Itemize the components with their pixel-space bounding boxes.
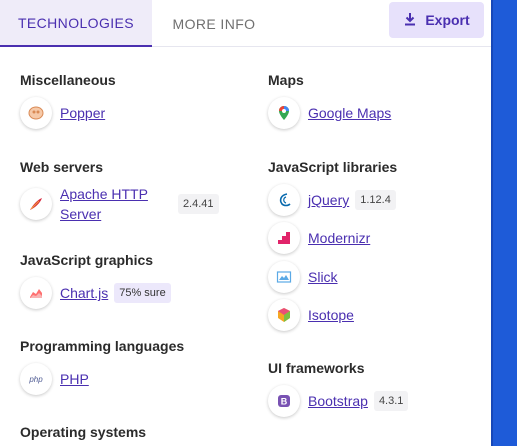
tech-name-line2[interactable]: Server xyxy=(60,204,148,224)
apache-feather-icon xyxy=(20,188,52,220)
tech-name[interactable]: Bootstrap xyxy=(308,391,368,411)
confidence-badge: 75% sure xyxy=(114,283,171,303)
php-icon: php xyxy=(20,363,52,395)
tech-name[interactable]: Popper xyxy=(60,103,105,123)
category-title-miscellaneous: Miscellaneous xyxy=(20,72,116,88)
tech-item-apache[interactable]: Apache HTTP Server 2.4.41 xyxy=(20,184,219,224)
tech-name[interactable]: Modernizr xyxy=(308,228,370,248)
tech-name[interactable]: PHP xyxy=(60,369,89,389)
tech-item-slick[interactable]: Slick xyxy=(268,261,338,293)
tech-name[interactable]: Slick xyxy=(308,267,338,287)
tech-item-bootstrap[interactable]: B Bootstrap 4.3.1 xyxy=(268,385,409,417)
tech-item-jquery[interactable]: jQuery 1.12.4 xyxy=(268,184,396,216)
bootstrap-icon: B xyxy=(268,385,300,417)
category-title-web-servers: Web servers xyxy=(20,159,104,175)
modernizr-icon xyxy=(268,222,300,254)
svg-text:B: B xyxy=(281,397,288,407)
download-icon xyxy=(403,12,417,29)
technology-panel: TECHNOLOGIES MORE INFO Export Miscellane… xyxy=(0,0,491,446)
jquery-icon xyxy=(268,184,300,216)
tech-name[interactable]: Chart.js xyxy=(60,283,108,303)
version-badge: 4.3.1 xyxy=(373,391,409,411)
category-title-ui-frameworks: UI frameworks xyxy=(268,360,365,376)
tech-name-line1[interactable]: Apache HTTP xyxy=(60,184,148,204)
tech-item-php[interactable]: php PHP xyxy=(20,363,89,395)
category-title-operating-systems: Operating systems xyxy=(20,424,147,440)
page-background-strip xyxy=(491,0,517,446)
tab-bar: TECHNOLOGIES MORE INFO Export xyxy=(0,0,491,47)
map-pin-icon xyxy=(268,97,300,129)
tech-item-modernizr[interactable]: Modernizr xyxy=(268,222,370,254)
tech-item-isotope[interactable]: Isotope xyxy=(268,299,354,331)
tab-technologies[interactable]: TECHNOLOGIES xyxy=(0,0,152,47)
slick-icon xyxy=(268,261,300,293)
category-title-javascript-graphics: JavaScript graphics xyxy=(20,252,154,268)
tech-name[interactable]: jQuery xyxy=(308,190,349,210)
version-badge: 1.12.4 xyxy=(355,190,396,210)
category-title-javascript-libraries: JavaScript libraries xyxy=(268,159,398,175)
chartjs-icon xyxy=(20,277,52,309)
version-badge: 2.4.41 xyxy=(177,194,219,214)
tech-name[interactable]: Isotope xyxy=(308,305,354,325)
tab-more-info[interactable]: MORE INFO xyxy=(152,0,276,47)
tech-item-chartjs[interactable]: Chart.js 75% sure xyxy=(20,277,171,309)
tech-item-popper[interactable]: Popper xyxy=(20,97,105,129)
export-button[interactable]: Export xyxy=(389,2,484,38)
tech-name[interactable]: Google Maps xyxy=(308,103,391,123)
category-title-programming-languages: Programming languages xyxy=(20,338,185,354)
tech-name[interactable]: Apache HTTP Server xyxy=(60,184,148,224)
popper-icon xyxy=(20,97,52,129)
category-title-maps: Maps xyxy=(268,72,304,88)
tech-item-google-maps[interactable]: Google Maps xyxy=(268,97,391,129)
isotope-icon xyxy=(268,299,300,331)
svg-text:php: php xyxy=(28,375,43,384)
export-label: Export xyxy=(425,12,470,28)
